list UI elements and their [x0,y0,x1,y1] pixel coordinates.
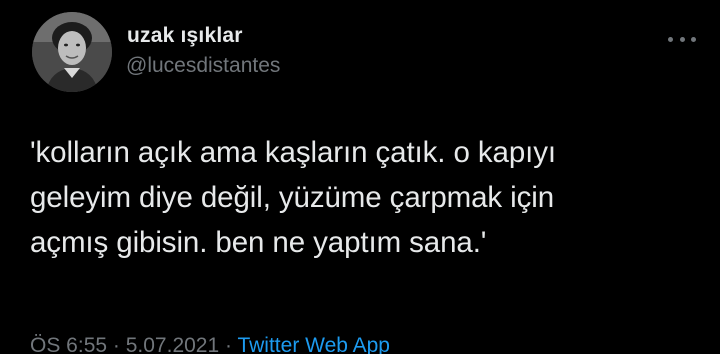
user-handle[interactable]: @lucesdistantes [126,54,280,78]
dot [668,36,673,42]
meta-separator: · [219,334,238,354]
tweet-text-line: 'kolların açık ama kaşların çatık. o kap… [30,136,556,169]
tweet-text-line: açmış gibisin. ben ne yaptım sana.' [30,226,487,259]
tweet-card: uzak ışıklar @lucesdistantes 'kolların a… [0,0,720,354]
tweet-date[interactable]: 5.07.2021 [126,334,219,354]
dot [691,36,696,42]
avatar[interactable] [32,12,112,92]
tweet-text-line: geleyim diye değil, yüzüme çarpmak için [30,181,555,214]
tweet-source-link[interactable]: Twitter Web App [237,334,390,354]
meta-separator: · [107,334,126,354]
more-horizontal-icon[interactable] [668,32,696,46]
display-name[interactable]: uzak ışıklar [127,24,243,48]
user-avatar-photo-icon [32,12,112,92]
tweet-meta: ÖS 6:55 · 5.07.2021 · Twitter Web App [30,334,390,354]
dot [679,36,685,42]
tweet-time[interactable]: ÖS 6:55 [30,334,107,354]
tweet-text: 'kolların açık ama kaşların çatık. o kap… [30,130,700,265]
